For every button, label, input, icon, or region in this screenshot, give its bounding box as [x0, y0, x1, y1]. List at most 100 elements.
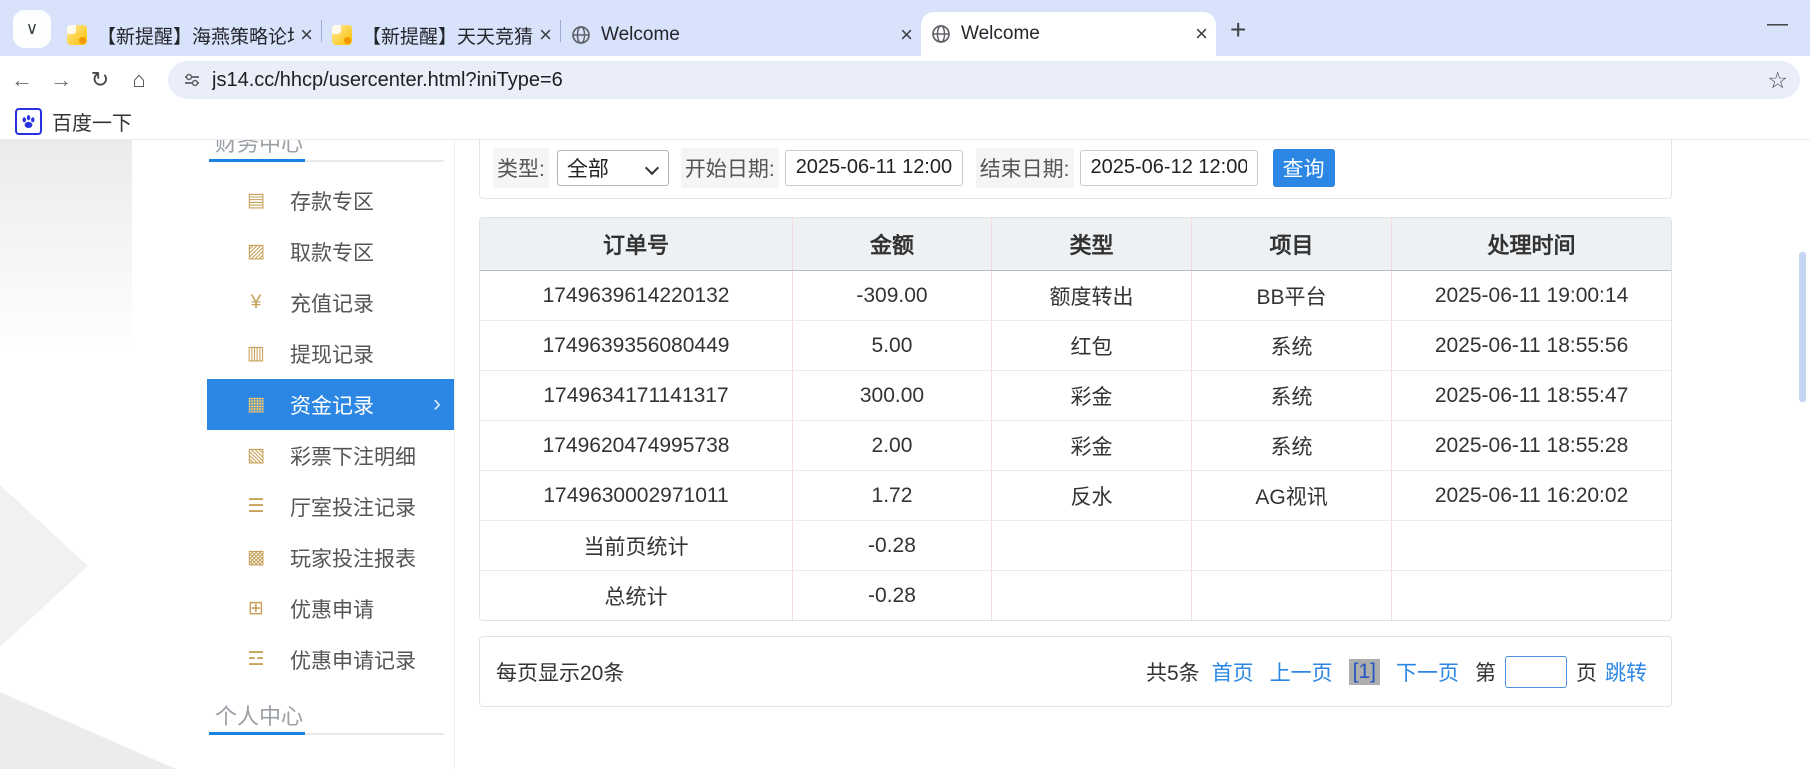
new-tab-button[interactable]: + [1230, 16, 1246, 44]
sidebar-item-funds-records[interactable]: ▦ 资金记录 › [207, 379, 454, 430]
sidebar-item-withdrawal-records[interactable]: ▥ 提现记录 [207, 328, 454, 379]
query-button[interactable]: 查询 [1273, 149, 1335, 187]
sidebar-item-label: 提现记录 [290, 339, 374, 369]
table-row-total-stats: 总统计 -0.28 [480, 571, 1671, 620]
cell-process-time [1391, 521, 1671, 570]
sidebar-item-promo-application-records[interactable]: ☲ 优惠申请记录 [207, 634, 454, 685]
table-row: 1749630002971011 1.72 反水 AG视讯 2025-06-11… [480, 471, 1671, 521]
bookmark-star-icon[interactable]: ☆ [1767, 67, 1788, 94]
background-gradient-shape [0, 140, 132, 355]
jump-link[interactable]: 跳转 [1605, 657, 1647, 687]
cell-process-time: 2025-06-11 16:20:02 [1391, 471, 1671, 520]
cell-order-id: 1749620474995738 [480, 421, 792, 470]
search-tabs-button[interactable]: ∨ [13, 10, 51, 48]
site-info-icon[interactable] [182, 70, 202, 90]
cell-amount: 300.00 [792, 371, 991, 420]
table-row: 1749634171141317 300.00 彩金 系统 2025-06-11… [480, 371, 1671, 421]
sidebar-item-lottery-bet-details[interactable]: ▧ 彩票下注明细 [207, 430, 454, 481]
cell-process-time: 2025-06-11 18:55:56 [1391, 321, 1671, 370]
sidebar-item-label: 充值记录 [290, 288, 374, 318]
sidebar-item-player-bet-report[interactable]: ▩ 玩家投注报表 [207, 532, 454, 583]
forward-icon[interactable]: → [44, 67, 78, 93]
type-select[interactable]: 全部 [557, 150, 669, 186]
close-icon[interactable]: × [900, 24, 913, 46]
cell-type: 反水 [991, 471, 1191, 520]
cell-type: 额度转出 [991, 271, 1191, 320]
sidebar-item-promo-application[interactable]: ⊞ 优惠申请 [207, 583, 454, 634]
col-header-type: 类型 [991, 218, 1191, 270]
first-page-link[interactable]: 首页 [1212, 657, 1254, 687]
cell-order-id: 1749639614220132 [480, 271, 792, 320]
sidebar-item-recharge-records[interactable]: ¥ 充值记录 [207, 277, 454, 328]
close-icon[interactable]: × [539, 24, 552, 46]
browser-toolbar: ← → ↻ ⌂ js14.cc/hhcp/usercenter.html?ini… [0, 56, 1810, 104]
sidebar-item-deposit-zone[interactable]: ▤ 存款专区 [207, 175, 454, 226]
tab-tiantian-guess[interactable]: 【新提醒】天天竞猜（6月11日 × [322, 14, 560, 56]
type-label: 类型: [493, 148, 549, 188]
tab-title: 【新提醒】天天竞猜（6月11日 [362, 22, 533, 49]
col-header-process-time: 处理时间 [1391, 218, 1671, 270]
tab-haiyan-forum[interactable]: 【新提醒】海燕策略论坛综合交 × [57, 14, 321, 56]
pagination-bar: 每页显示20条 共5条 首页 上一页 [1] 下一页 第 页 跳转 [479, 636, 1672, 707]
type-select-value: 全部 [567, 153, 609, 183]
cell-amount: -309.00 [792, 271, 991, 320]
sidebar-item-withdraw-zone[interactable]: ▨ 取款专区 [207, 226, 454, 277]
end-date-input[interactable] [1080, 150, 1258, 186]
main-content: 类型: 全部 开始日期: 结束日期: 查询 订单号 金额 类型 项目 处理时间 [479, 140, 1672, 707]
gift-voucher-icon: ⊞ [243, 597, 269, 620]
cell-project: 系统 [1191, 321, 1391, 370]
browser-window: ∨ 【新提醒】海燕策略论坛综合交 × 【新提醒】天天竞猜（6月11日 × Wel… [0, 0, 1810, 769]
cell-process-time: 2025-06-11 18:55:47 [1391, 371, 1671, 420]
cell-order-id: 1749630002971011 [480, 471, 792, 520]
wallet-icon: ▥ [243, 342, 269, 365]
address-bar[interactable]: js14.cc/hhcp/usercenter.html?iniType=6 ☆ [168, 61, 1800, 99]
sidebar-section-finance: 财务中心 [209, 140, 444, 162]
page-number-input[interactable] [1505, 656, 1567, 688]
table-row: 1749639356080449 5.00 红包 系统 2025-06-11 1… [480, 321, 1671, 371]
close-icon[interactable]: × [300, 24, 313, 46]
cell-process-time: 2025-06-11 18:55:28 [1391, 421, 1671, 470]
scrollbar-thumb[interactable] [1799, 252, 1806, 402]
cell-project: 系统 [1191, 371, 1391, 420]
cell-amount: 2.00 [792, 421, 991, 470]
cell-project: AG视讯 [1191, 471, 1391, 520]
forum-favicon-icon [332, 25, 352, 45]
page-viewport: 财务中心 ▤ 存款专区 ▨ 取款专区 ¥ 充值记录 ▥ 提现记录 [0, 140, 1810, 769]
sidebar-item-hall-bet-records[interactable]: ☰ 厅室投注记录 [207, 481, 454, 532]
page-suffix-text: 页 [1576, 657, 1597, 687]
cell-project [1191, 571, 1391, 620]
tab-welcome[interactable]: Welcome × [561, 14, 921, 56]
cell-order-id: 1749634171141317 [480, 371, 792, 420]
cell-type [991, 571, 1191, 620]
tab-title: 【新提醒】海燕策略论坛综合交 [97, 22, 294, 49]
start-date-input[interactable] [785, 150, 963, 186]
sidebar-menu: ▤ 存款专区 ▨ 取款专区 ¥ 充值记录 ▥ 提现记录 ▦ 资金记录 [207, 175, 454, 685]
sidebar-item-label: 玩家投注报表 [290, 543, 416, 573]
withdraw-hand-icon: ▨ [243, 240, 269, 263]
home-icon[interactable]: ⌂ [122, 67, 156, 93]
sidebar-item-label: 优惠申请 [290, 594, 374, 624]
back-icon[interactable]: ← [5, 67, 39, 93]
cell-type [991, 521, 1191, 570]
close-icon[interactable]: × [1195, 23, 1208, 45]
url-text[interactable]: js14.cc/hhcp/usercenter.html?iniType=6 [212, 69, 1767, 92]
table-row: 1749620474995738 2.00 彩金 系统 2025-06-11 1… [480, 421, 1671, 471]
bookmark-baidu[interactable]: 百度一下 [52, 107, 132, 136]
money-bag-icon: ¥ [243, 292, 269, 314]
tab-welcome-active[interactable]: Welcome × [921, 12, 1216, 56]
cell-project: BB平台 [1191, 271, 1391, 320]
reload-icon[interactable]: ↻ [83, 67, 117, 93]
baidu-favicon-icon [15, 108, 42, 135]
next-page-link[interactable]: 下一页 [1396, 657, 1459, 687]
globe-icon [931, 24, 951, 44]
col-header-project: 项目 [1191, 218, 1391, 270]
cell-amount: 5.00 [792, 321, 991, 370]
cell-amount: -0.28 [792, 571, 991, 620]
globe-icon [571, 25, 591, 45]
total-count-text: 共5条 [1146, 657, 1200, 687]
table-row-page-stats: 当前页统计 -0.28 [480, 521, 1671, 571]
cell-amount: -0.28 [792, 521, 991, 570]
prev-page-link[interactable]: 上一页 [1270, 657, 1333, 687]
cell-project [1191, 521, 1391, 570]
minimize-window-button[interactable]: — [1767, 12, 1788, 36]
